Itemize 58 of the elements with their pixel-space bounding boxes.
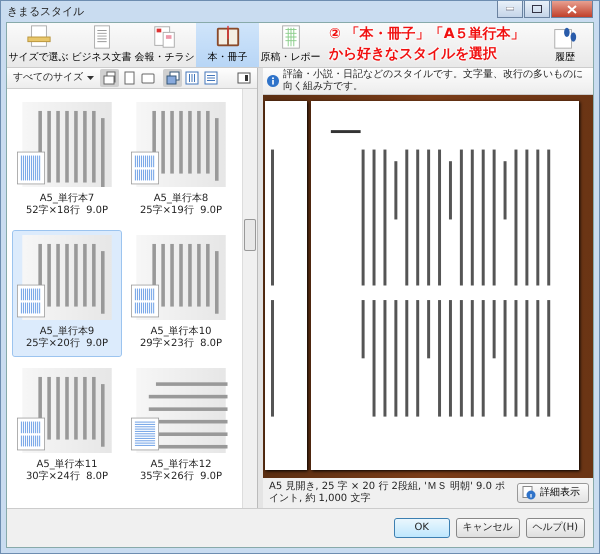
info-icon [522,486,536,500]
style-card[interactable]: A5_単行本10 29字×23行 8.0P [126,230,236,357]
category-tab[interactable]: 会報・チラシ [133,23,196,67]
style-name: A5_単行本10 [150,326,212,338]
layout-icon [131,415,159,453]
style-card[interactable]: A5_単行本12 35字×26行 9.0P [126,363,236,490]
style-name: A5_単行本7 [40,193,94,204]
window-title: きまるスタイル [7,6,84,18]
view-toggle[interactable] [163,69,182,87]
view-icon [102,70,118,86]
style-description: 評論・小説・日記などのスタイルです。文字量、改行の多いものに向く組み方です。 [283,69,584,93]
maximize-button[interactable] [524,1,550,18]
style-spec: 25字×20行 9.0P [26,338,108,350]
style-spec: 30字×24行 8.0P [26,471,108,483]
view-icon [164,70,180,86]
minimize-icon [506,7,514,11]
category-tab[interactable]: 本・冊子 [196,23,259,67]
layout-icon [131,282,159,320]
detail-button[interactable]: 詳細表示 [517,483,589,503]
layout-icon [17,149,45,187]
maximize-icon [532,5,542,13]
annotation-text: ② 「本・冊子」「A５単行本」 から好きなスタイルを選択 [329,25,525,64]
size-dropdown[interactable]: すべてのサイズ [11,72,96,84]
dialog-button[interactable]: OK [394,518,450,538]
style-spec: 29字×23行 8.0P [140,338,222,350]
view-toggle[interactable] [100,69,119,87]
style-card[interactable]: A5_単行本9 25字×20行 9.0P [12,230,122,357]
category-tab[interactable]: サイズで選ぶ [7,23,70,67]
category-tab[interactable]: ビジネス文書 [70,23,133,67]
style-card[interactable]: A5_単行本8 25字×19行 9.0P [126,97,236,224]
layout-icon [17,282,45,320]
caret-icon [87,76,94,80]
category-icon [152,24,178,50]
style-spec: 35字×26行 9.0P [140,471,222,483]
minimize-button[interactable] [497,1,523,18]
panel-icon [236,70,252,86]
layout-icon [131,149,159,187]
scrollbar[interactable] [242,89,257,508]
close-button[interactable] [551,1,593,18]
info-icon [267,75,279,87]
category-icon [26,24,52,50]
style-spec: 25字×19行 9.0P [140,205,222,217]
style-name: A5_単行本9 [40,326,94,338]
status-text: A5 見開き, 25 字 × 20 行 2段組, 'ＭＳ 明朝' 9.0 ポイント, 約 1,000 文字 [269,481,506,505]
history-button[interactable]: 履歴 [543,23,587,67]
style-card[interactable]: A5_単行本7 52字×18行 9.0P [12,97,122,224]
style-name: A5_単行本12 [150,459,212,470]
style-name: A5_単行本11 [36,459,98,470]
style-spec: 52字×18行 9.0P [26,205,108,217]
close-icon [567,4,577,14]
layout-icon [17,415,45,453]
style-name: A5_単行本8 [154,193,208,204]
view-icon [202,70,218,86]
dialog-button[interactable]: ヘルプ(H) [526,518,585,538]
category-tab[interactable]: 原稿・レポー [259,23,322,67]
dialog-button[interactable]: キャンセル [456,518,520,538]
style-card[interactable]: A5_単行本11 30字×24行 8.0P [12,363,122,490]
view-icon [184,70,200,86]
